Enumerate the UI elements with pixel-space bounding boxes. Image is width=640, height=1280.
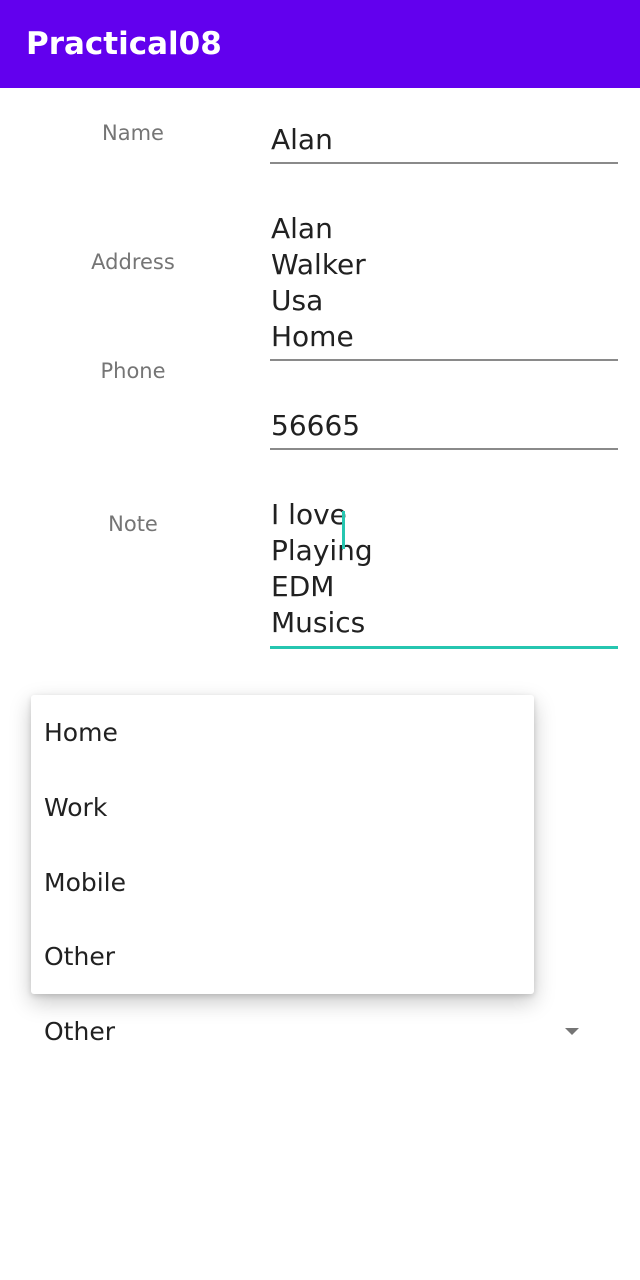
dropdown-option-work[interactable]: Work (31, 770, 534, 845)
phone-field-value: 56665 (271, 409, 361, 442)
name-label: Name (102, 121, 164, 145)
note-field-value: I love Playing EDM Musics (271, 498, 373, 639)
note-field[interactable]: I love Playing EDM Musics (270, 497, 618, 649)
name-field-value: Alan (271, 123, 333, 156)
phone-label: Phone (100, 359, 166, 383)
phone-type-spinner[interactable]: Other (0, 1008, 640, 1056)
dropdown-option-home[interactable]: Home (31, 695, 534, 770)
address-label: Address (91, 250, 175, 274)
phone-field[interactable]: 56665 (270, 408, 618, 450)
spinner-selected-value: Other (44, 1017, 115, 1046)
note-label: Note (108, 512, 158, 536)
address-field-value: Alan Walker Usa Home (271, 212, 366, 353)
app-bar: Practical08 (0, 0, 640, 88)
name-field[interactable]: Alan (270, 122, 618, 164)
dropdown-option-mobile[interactable]: Mobile (31, 845, 534, 920)
text-cursor (342, 511, 345, 549)
app-title: Practical08 (26, 26, 222, 62)
dropdown-arrow-icon (565, 1028, 579, 1035)
dropdown-option-other[interactable]: Other (31, 919, 534, 994)
address-field[interactable]: Alan Walker Usa Home (270, 211, 618, 361)
spinner-dropdown-menu: Home Work Mobile Other (31, 695, 534, 994)
